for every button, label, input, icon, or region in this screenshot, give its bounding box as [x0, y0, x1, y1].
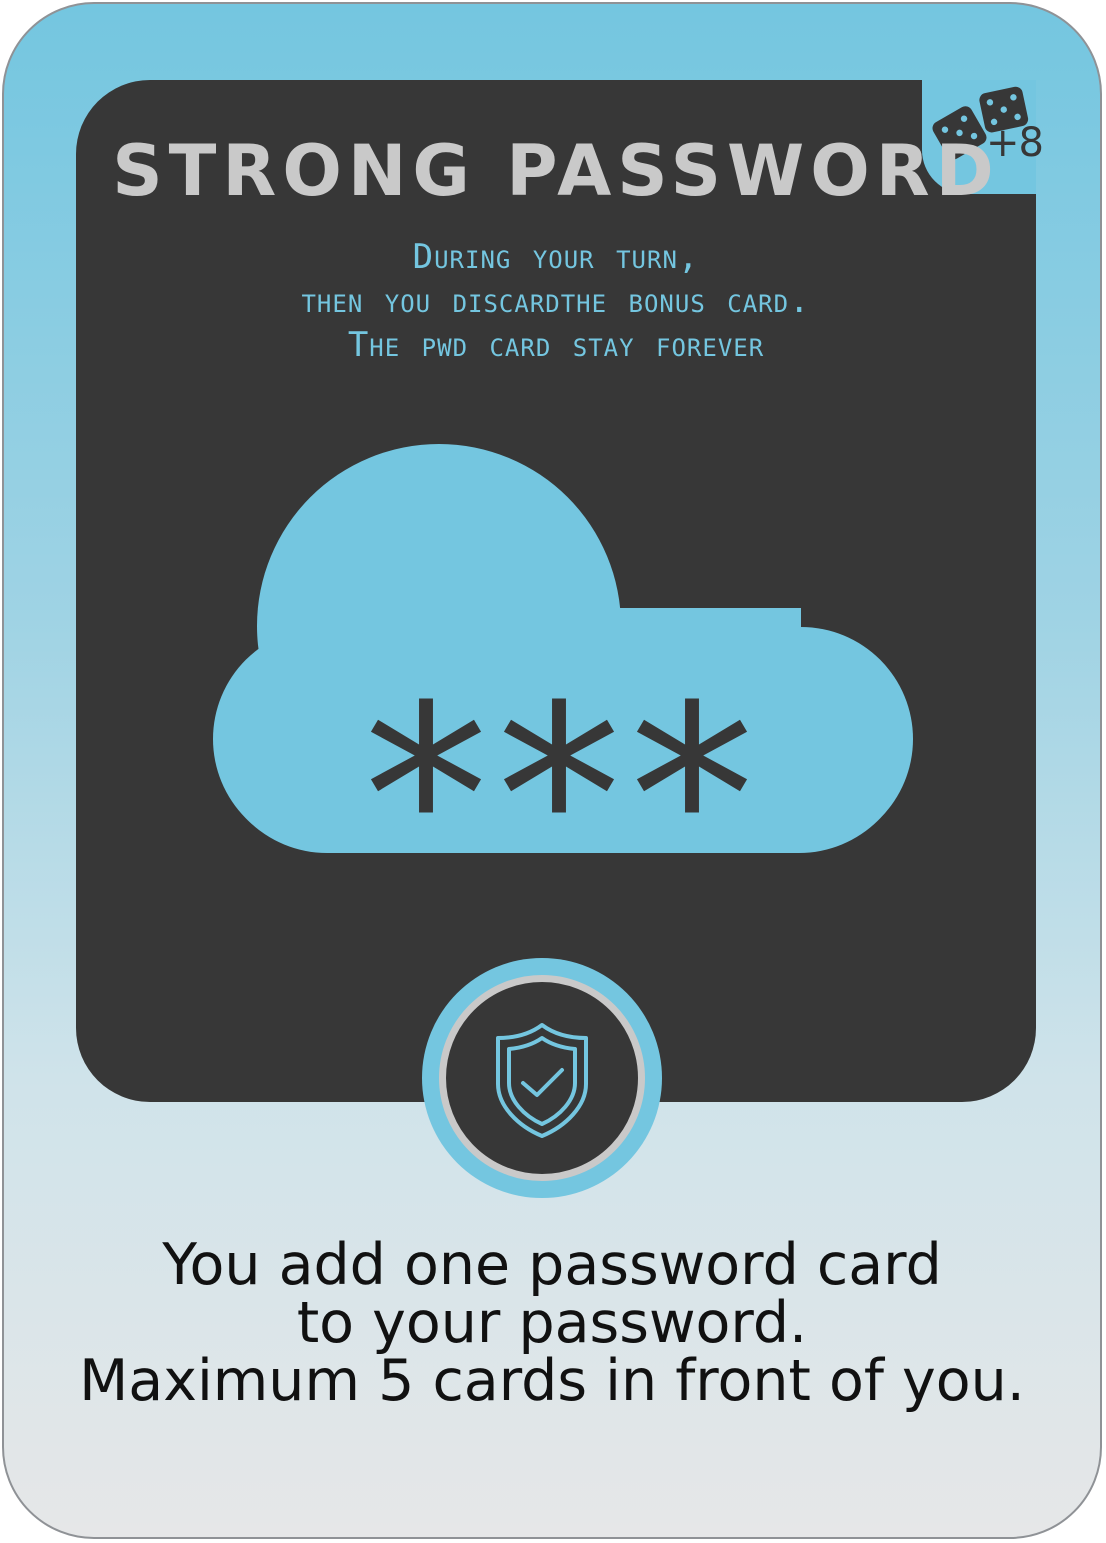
effect-line: to your password. — [296, 1290, 808, 1356]
shield-check-icon — [496, 1023, 588, 1138]
password-cloud-icon: *** — [213, 444, 913, 862]
card-art-panel: +8 Strong Password During your turn, the… — [76, 80, 1044, 1102]
card-title: Strong Password — [112, 130, 1000, 212]
category-emblem — [422, 958, 662, 1198]
masked-password-text: *** — [364, 652, 763, 862]
rules-line: During your turn, — [412, 237, 700, 277]
card-effect: You add one password card to your passwo… — [4, 1236, 1100, 1410]
game-card[interactable]: +8 Strong Password During your turn, the… — [2, 2, 1102, 1539]
rules-line: then you discardthe bonus card. — [301, 281, 811, 321]
card-rules: During your turn, then you discardthe bo… — [76, 235, 1036, 367]
effect-line: You add one password card — [162, 1232, 942, 1298]
rules-line: The pwd card stay forever — [347, 325, 765, 365]
effect-line: Maximum 5 cards in front of you. — [79, 1348, 1025, 1414]
